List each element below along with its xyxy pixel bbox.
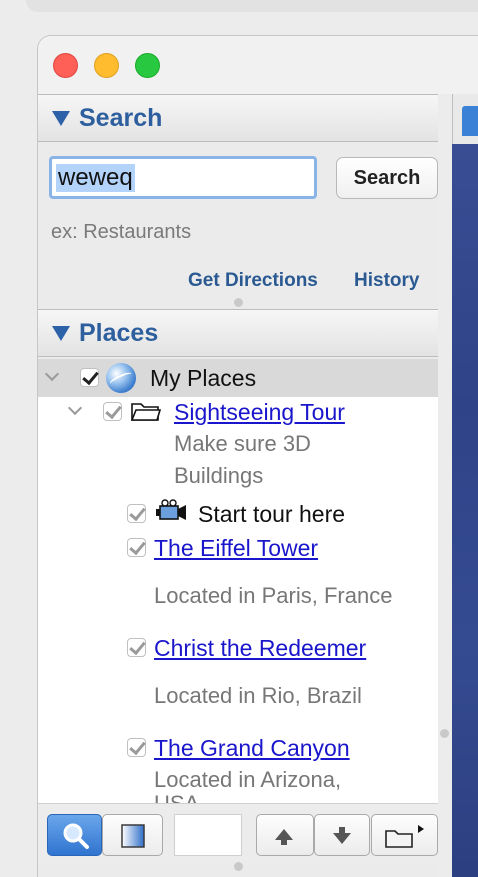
- search-resize-handle[interactable]: [234, 298, 243, 307]
- grand-canyon-checkbox[interactable]: [127, 738, 146, 757]
- toolbar-resize-handle[interactable]: [234, 862, 243, 871]
- sightseeing-tour-link[interactable]: Sightseeing Tour: [174, 399, 345, 426]
- places-tree[interactable]: My Places Sightseeing Tour Make sure 3D …: [38, 359, 438, 803]
- map-view[interactable]: [452, 94, 478, 877]
- sidebar-layout-toggle[interactable]: [102, 814, 163, 856]
- grand-canyon-link[interactable]: The Grand Canyon: [154, 735, 350, 762]
- title-bar: [38, 36, 478, 94]
- grand-canyon-desc: Located in Arizona,: [154, 767, 342, 792]
- christ-redeemer-link[interactable]: Christ the Redeemer: [154, 635, 366, 662]
- search-input-value: weweq: [56, 164, 135, 192]
- get-directions-link[interactable]: Get Directions: [188, 270, 318, 292]
- search-example-hint: ex: Restaurants: [51, 221, 192, 243]
- search-panel-toggle[interactable]: [47, 814, 102, 856]
- triangle-down-icon: [52, 111, 70, 126]
- move-up-button[interactable]: [256, 814, 314, 856]
- toolbar-blank-field[interactable]: [174, 814, 242, 856]
- background-window: [26, 0, 478, 12]
- map-toolbar: [452, 94, 478, 144]
- search-input[interactable]: weweq: [49, 156, 317, 199]
- history-link[interactable]: History: [354, 270, 419, 292]
- places-section-header[interactable]: Places: [38, 309, 438, 357]
- folder-icon: [130, 403, 162, 421]
- grand-canyon-desc-cut: USA: [154, 791, 199, 803]
- search-button[interactable]: Search: [336, 157, 438, 199]
- triangle-down-icon: [52, 326, 70, 341]
- eiffel-tower-desc: Located in Paris, France: [154, 583, 393, 608]
- christ-redeemer-checkbox[interactable]: [127, 638, 146, 657]
- splitter-handle[interactable]: [440, 729, 449, 738]
- app-window: Search weweq Search ex: Restaurants Get …: [37, 35, 478, 877]
- my-places-label[interactable]: My Places: [150, 365, 256, 392]
- search-header-title: Search: [79, 104, 163, 132]
- zoom-window-button[interactable]: [135, 53, 160, 78]
- eiffel-tower-link[interactable]: The Eiffel Tower: [154, 535, 318, 562]
- folder-menu-icon: [385, 825, 424, 848]
- places-header-title: Places: [79, 319, 159, 347]
- arrow-up-icon: [275, 829, 293, 845]
- globe-icon: [106, 363, 136, 393]
- my-places-checkbox[interactable]: [80, 368, 99, 387]
- start-tour-label[interactable]: Start tour here: [198, 501, 345, 528]
- sidebar: Search weweq Search ex: Restaurants Get …: [38, 94, 438, 877]
- places-toolbar: [38, 803, 438, 864]
- add-folder-menu-button[interactable]: [371, 814, 438, 856]
- minimize-window-button[interactable]: [94, 53, 119, 78]
- panel-icon: [121, 824, 145, 848]
- sightseeing-tour-checkbox[interactable]: [103, 402, 122, 421]
- magnifier-icon: [63, 823, 89, 849]
- sightseeing-tour-desc-line1: Make sure 3D: [174, 431, 311, 456]
- christ-redeemer-desc: Located in Rio, Brazil: [154, 683, 362, 708]
- sidebar-splitter[interactable]: [438, 94, 452, 877]
- tour-camera-icon: [156, 499, 186, 520]
- close-window-button[interactable]: [53, 53, 78, 78]
- eiffel-tower-checkbox[interactable]: [127, 538, 146, 557]
- arrow-down-icon: [333, 827, 351, 844]
- move-down-button[interactable]: [314, 814, 370, 856]
- tour-checkbox[interactable]: [127, 504, 146, 523]
- sightseeing-tour-desc-line2: Buildings: [174, 463, 264, 488]
- chevron-down-icon[interactable]: [67, 400, 83, 416]
- search-section-header[interactable]: Search: [38, 94, 438, 142]
- map-toolbar-tab[interactable]: [462, 106, 478, 136]
